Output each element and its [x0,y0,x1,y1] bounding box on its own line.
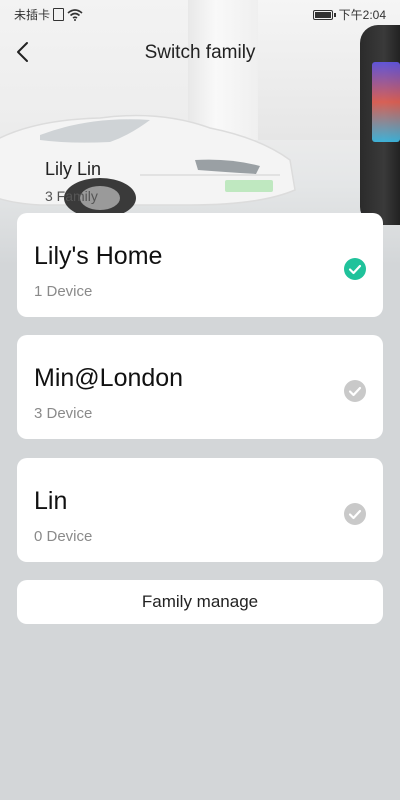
family-card-lilys-home[interactable]: Lily's Home 1 Device [17,213,383,317]
device-count: 1 Device [34,283,93,300]
device-count: 3 Device [34,405,93,422]
user-name: Lily Lin [45,159,102,179]
family-name: Lily's Home [34,242,163,270]
clock-time: 下午2:04 [338,8,386,22]
family-name: Min@London [34,364,184,392]
sim-card-icon [53,8,65,21]
charger-screen [372,62,400,142]
carrier-label: 未插卡 [14,8,51,22]
page-title: Switch family [144,42,256,63]
family-card-lin[interactable]: Lin 0 Device [17,458,383,562]
family-count: 3 Family [45,188,98,204]
family-name: Lin [34,487,68,515]
battery-icon [312,9,336,20]
family-manage-button[interactable]: Family manage [17,580,383,624]
family-card-min-london[interactable]: Min@London 3 Device [17,335,383,439]
checkmark-selected-icon [344,258,366,280]
status-bar: 未插卡 下午2:04 [0,0,400,28]
device-count: 0 Device [34,528,93,545]
checkmark-unselected-icon [344,380,366,402]
checkmark-unselected-icon [344,503,366,525]
wifi-icon [67,8,83,21]
